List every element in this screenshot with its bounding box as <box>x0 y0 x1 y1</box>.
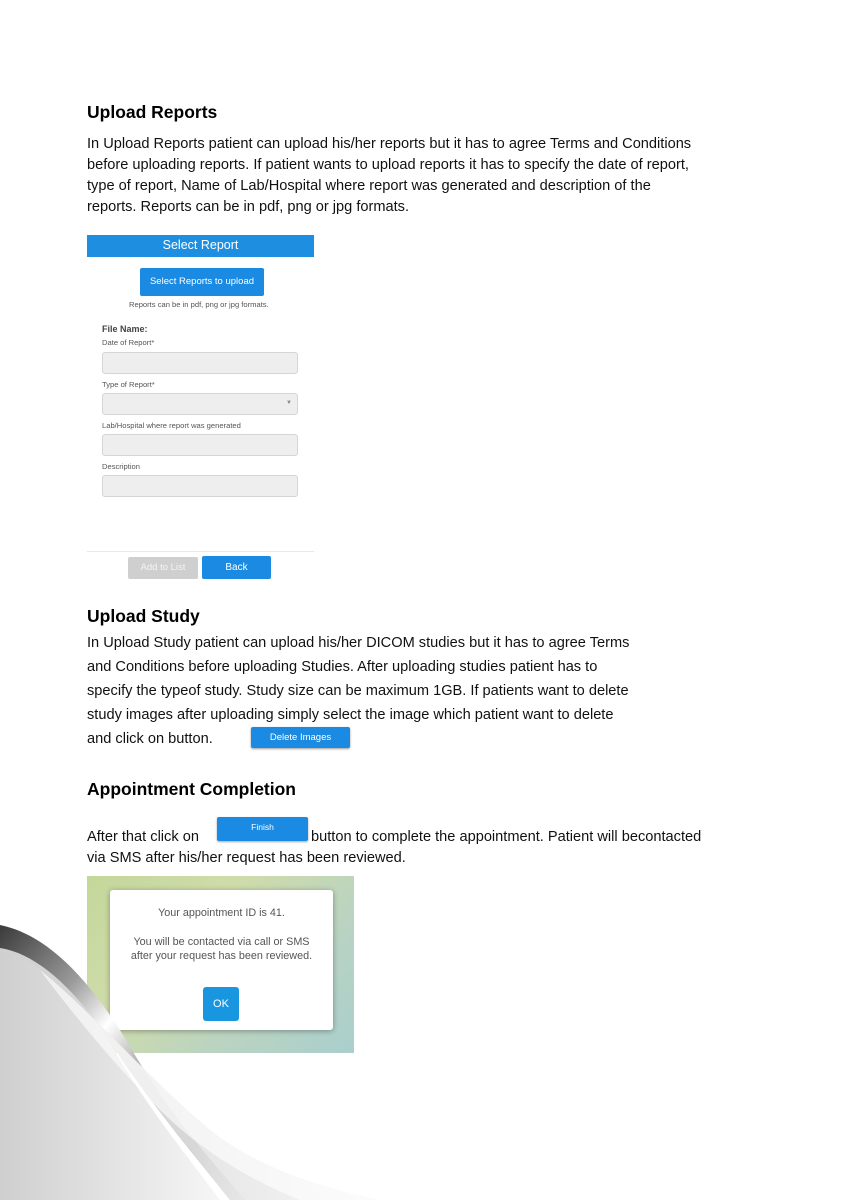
text-line: specify the typeof study. Study size can… <box>87 683 629 699</box>
appointment-text-line2: via SMS after his/her request has been r… <box>87 848 406 869</box>
upload-study-heading: Upload Study <box>87 606 200 626</box>
upload-reports-heading: Upload Reports <box>87 102 218 122</box>
text-line: and Conditions before uploading Studies.… <box>87 659 598 675</box>
chevron-down-icon: ▼ <box>286 400 292 406</box>
text-line: In Upload Study patient can upload his/h… <box>87 635 630 651</box>
delete-images-button[interactable]: Delete Images <box>251 727 350 748</box>
text-line: study images after uploading simply sele… <box>87 707 614 723</box>
ok-button[interactable]: OK <box>203 987 239 1021</box>
upload-study-text: In Upload Study patient can upload his/h… <box>87 631 629 751</box>
lab-label: Lab/Hospital where report was generated <box>102 421 241 430</box>
select-reports-button[interactable]: Select Reports to upload <box>140 268 264 296</box>
text-line: before uploading reports. If patient wan… <box>87 157 689 173</box>
text-line: via SMS after his/her request has been r… <box>87 850 406 866</box>
text-line: and click on button. <box>87 731 213 747</box>
description-field[interactable] <box>102 475 298 497</box>
form-divider <box>87 551 314 552</box>
contact-text-line2: after your request has been reviewed. <box>130 950 313 962</box>
appointment-text-line1-rest: button to complete the appointment. Pati… <box>311 827 701 848</box>
upload-reports-text: In Upload Reports patient can upload his… <box>87 134 691 218</box>
appointment-id-text: Your appointment ID is 41. <box>158 907 285 919</box>
date-label: Date of Report* <box>102 338 155 347</box>
file-name-label: File Name: <box>102 324 148 334</box>
appointment-dialog-screenshot: Your appointment ID is 41. You will be c… <box>87 876 354 1053</box>
after-finish-text: button to complete the appointment. Pati… <box>311 829 702 845</box>
appointment-dialog: Your appointment ID is 41. You will be c… <box>110 890 333 1030</box>
before-finish-text: After that click on <box>87 829 199 845</box>
type-label: Type of Report* <box>102 380 155 389</box>
text-line: In Upload Reports patient can upload his… <box>87 136 692 152</box>
text-line: reports. Reports can be in pdf, png or j… <box>87 199 410 215</box>
lab-hospital-field[interactable] <box>102 434 298 456</box>
select-report-form: Select Report Select Reports to upload R… <box>87 235 314 581</box>
text-line: type of report, Name of Lab/Hospital whe… <box>87 178 651 194</box>
appointment-text-line1: After that click on <box>87 827 199 848</box>
formats-note: Reports can be in pdf, png or jpg format… <box>129 300 269 309</box>
form-header: Select Report <box>87 235 314 257</box>
date-of-report-field[interactable] <box>102 352 298 374</box>
contact-text-line1: You will be contacted via call or SMS <box>133 936 310 948</box>
type-of-report-select[interactable]: ▼ <box>102 393 298 415</box>
appointment-completion-heading: Appointment Completion <box>87 779 297 799</box>
description-label: Description <box>102 462 140 471</box>
back-button[interactable]: Back <box>202 556 271 579</box>
add-to-list-button[interactable]: Add to List <box>128 557 198 579</box>
finish-button[interactable]: Finish <box>217 817 308 841</box>
